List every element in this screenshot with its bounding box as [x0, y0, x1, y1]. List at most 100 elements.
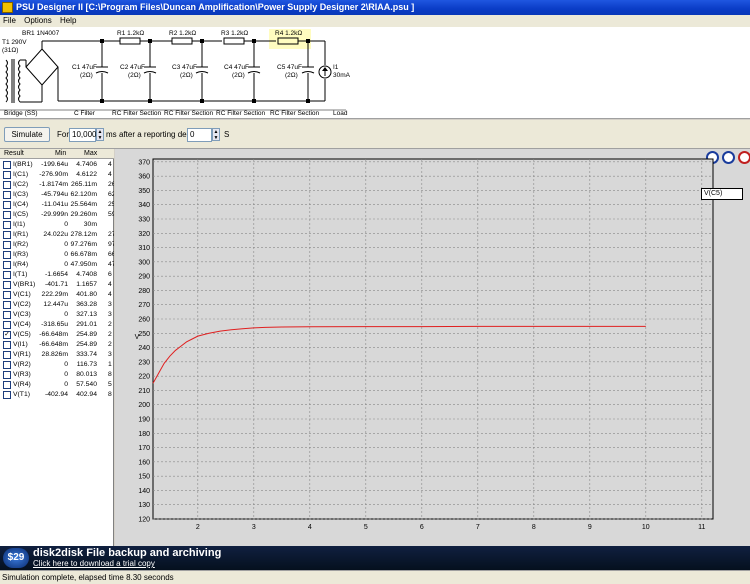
result-checkbox[interactable]: [3, 361, 11, 369]
result-checkbox[interactable]: [3, 301, 11, 309]
result-row[interactable]: I(C2) -1.8174m 265.11m 26: [0, 180, 114, 190]
result-row[interactable]: ✓ V(C5) -66.648m 254.89 2: [0, 330, 114, 340]
result-row[interactable]: I(C4) -11.041u25.564m 25.: [0, 200, 114, 210]
app-icon: [2, 2, 13, 13]
result-min: 0: [64, 371, 68, 378]
result-extra: 59.: [108, 211, 114, 218]
result-checkbox[interactable]: [3, 221, 11, 229]
result-row[interactable]: I(R4) 047.950m 47.: [0, 260, 114, 270]
result-row[interactable]: V(C1) 222.29m 401.80 4: [0, 290, 114, 300]
col-max[interactable]: Max: [84, 149, 97, 159]
menu-options[interactable]: Options: [21, 15, 55, 27]
result-checkbox[interactable]: [3, 381, 11, 389]
result-max: 47.950m: [70, 261, 97, 268]
result-extra: 4: [108, 281, 112, 288]
result-extra: 47.: [108, 261, 114, 268]
result-checkbox[interactable]: [3, 191, 11, 199]
result-min: 0: [64, 381, 68, 388]
result-min: 0: [64, 261, 68, 268]
y-tick-label: 120: [138, 517, 150, 524]
price-badge: $29: [3, 548, 29, 568]
result-row[interactable]: I(R2) 097.276m 97.: [0, 240, 114, 250]
result-row[interactable]: I(BR1) -199.64u 4.7406 4: [0, 160, 114, 170]
y-tick-label: 140: [138, 488, 150, 495]
result-checkbox[interactable]: [3, 291, 11, 299]
r2-label: R2 1.2kΩ: [169, 30, 197, 37]
result-checkbox[interactable]: [3, 181, 11, 189]
result-row[interactable]: I(T1) -1.6654 4.7408 6: [0, 270, 114, 280]
result-max: 4.7408: [76, 271, 97, 278]
result-row[interactable]: V(BR1) -401.71 1.1657 4: [0, 280, 114, 290]
result-row[interactable]: V(R3) 0 80.013 8: [0, 370, 114, 380]
result-checkbox[interactable]: [3, 271, 11, 279]
result-row[interactable]: V(R4) 0 57.540 5: [0, 380, 114, 390]
result-row[interactable]: I(R1) 24.022u 278.12m 27: [0, 230, 114, 240]
result-checkbox[interactable]: [3, 211, 11, 219]
duration-stepper[interactable]: ▲ ▼: [96, 128, 104, 141]
result-checkbox[interactable]: [3, 251, 11, 259]
delay-input[interactable]: 0: [187, 128, 212, 142]
result-min: 0: [64, 361, 68, 368]
col-min[interactable]: Min: [55, 149, 66, 159]
menu-help[interactable]: Help: [57, 15, 79, 27]
result-min: -11.041u: [41, 201, 68, 208]
y-tick-label: 330: [138, 217, 150, 224]
result-row[interactable]: V(R1) 28.826m 333.74 3: [0, 350, 114, 360]
result-checkbox[interactable]: [3, 341, 11, 349]
ad-banner[interactable]: $29 disk2disk File backup and archiving …: [0, 546, 750, 570]
transformer-resistance: (31Ω): [2, 47, 19, 54]
result-checkbox[interactable]: [3, 171, 11, 179]
delay-stepper[interactable]: ▲ ▼: [212, 128, 220, 141]
duration-input[interactable]: 10,000: [69, 128, 96, 142]
banner-link[interactable]: Click here to download a trial copy: [33, 559, 155, 568]
result-checkbox[interactable]: [3, 261, 11, 269]
result-extra: 4: [108, 171, 112, 178]
result-checkbox[interactable]: ✓: [3, 331, 11, 339]
result-row[interactable]: V(C3) 0 327.13 3: [0, 310, 114, 320]
y-tick-label: 360: [138, 174, 150, 181]
result-checkbox[interactable]: [3, 201, 11, 209]
y-tick-label: 280: [138, 288, 150, 295]
col-result[interactable]: Result: [4, 149, 24, 159]
result-min: -276.90m: [39, 171, 68, 178]
c1-esr: (2Ω): [80, 72, 93, 79]
result-row[interactable]: I(R3) 066.678m 66.: [0, 250, 114, 260]
result-row[interactable]: I(C3) -45.794u62.120m 62.: [0, 190, 114, 200]
seconds-label: S: [224, 130, 230, 139]
result-checkbox[interactable]: [3, 241, 11, 249]
result-checkbox[interactable]: [3, 311, 11, 319]
y-tick-label: 310: [138, 245, 150, 252]
result-checkbox[interactable]: [3, 371, 11, 379]
chart-legend: V(C5): [701, 188, 743, 200]
result-extra: 3: [108, 301, 112, 308]
result-row[interactable]: I(C5) -29.999n29.260m 59.: [0, 210, 114, 220]
result-max: 62.120m: [70, 191, 97, 198]
y-tick-label: 250: [138, 331, 150, 338]
section-rc-3: RC Filter Section: [216, 110, 266, 117]
result-row[interactable]: V(C2) 12.447u 363.28 3: [0, 300, 114, 310]
result-row[interactable]: V(I1) -66.648m 254.89 2: [0, 340, 114, 350]
menu-file[interactable]: File: [0, 15, 19, 27]
r3-label: R3 1.2kΩ: [221, 30, 249, 37]
result-row[interactable]: V(T1) -402.94 402.94 8: [0, 390, 114, 400]
result-checkbox[interactable]: [3, 281, 11, 289]
c5-esr: (2Ω): [285, 72, 298, 79]
window-title: PSU Designer II [C:\Program Files\Duncan…: [16, 2, 415, 12]
result-checkbox[interactable]: [3, 321, 11, 329]
result-max: 66.678m: [70, 251, 97, 258]
result-row[interactable]: I(C1) -276.90m 4.6122 4: [0, 170, 114, 180]
result-row[interactable]: V(C4) -318.65u 291.01 2: [0, 320, 114, 330]
x-tick-label: 10: [642, 524, 650, 531]
result-checkbox[interactable]: [3, 351, 11, 359]
result-name: V(C3): [13, 311, 31, 318]
x-tick-label: 3: [252, 524, 256, 531]
y-tick-label: 350: [138, 188, 150, 195]
transformer-label: T1 290V: [2, 39, 27, 46]
result-row[interactable]: I(I1) 0 30m: [0, 220, 114, 230]
result-min: -29.999n: [41, 211, 68, 218]
result-checkbox[interactable]: [3, 391, 11, 399]
simulate-button[interactable]: Simulate: [4, 127, 50, 142]
result-checkbox[interactable]: [3, 161, 11, 169]
result-checkbox[interactable]: [3, 231, 11, 239]
result-row[interactable]: V(R2) 0 116.73 1: [0, 360, 114, 370]
